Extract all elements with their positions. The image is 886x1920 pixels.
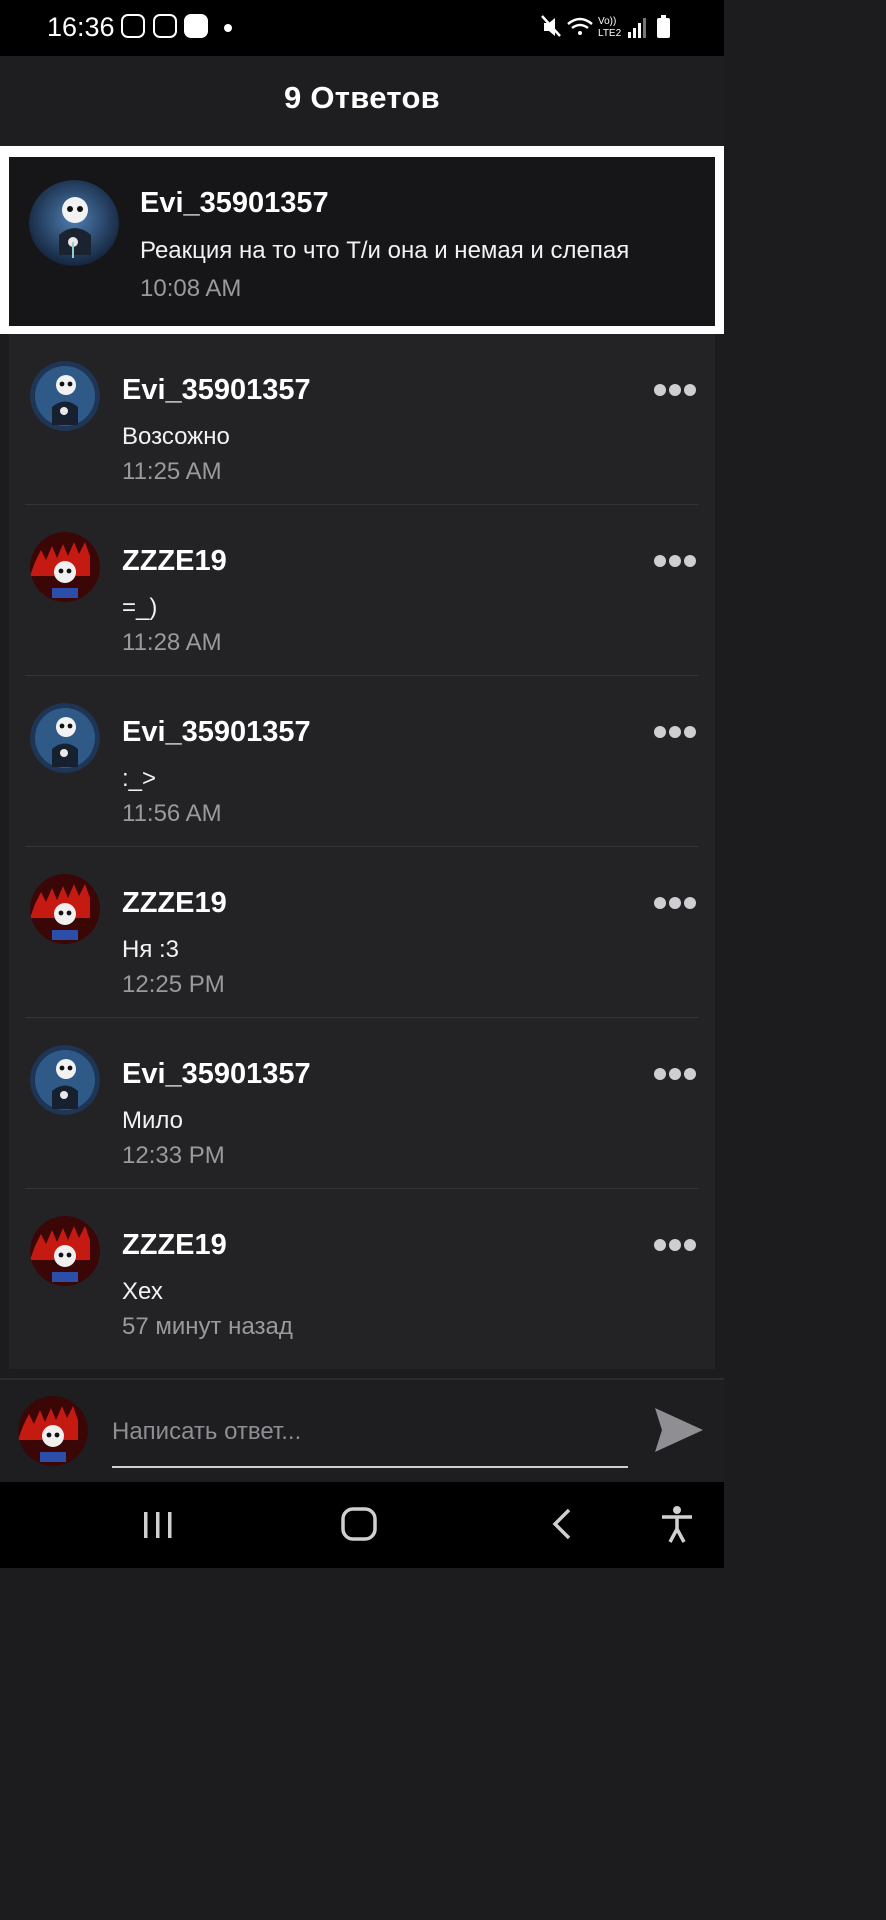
- replies-header: 9 Ответов: [0, 56, 724, 146]
- original-post-author[interactable]: Evi_35901357: [140, 187, 329, 220]
- reply-time: 11:56 AM: [122, 800, 222, 827]
- reply-composer: Написать ответ...: [0, 1378, 724, 1482]
- viber-icon: [153, 14, 177, 38]
- recent-apps-icon[interactable]: [138, 1504, 178, 1544]
- accessibility-icon[interactable]: [656, 1504, 698, 1544]
- home-icon[interactable]: [338, 1504, 380, 1544]
- reply-item: Evi_35901357 Возсожно 11:25 AM: [9, 334, 715, 505]
- reply-item: ZZZE19 Хех 57 минут назад: [9, 1189, 715, 1360]
- volte-label: Vo)): [598, 16, 616, 27]
- reply-time: 57 минут назад: [122, 1313, 293, 1340]
- reply-time: 12:25 PM: [122, 971, 225, 998]
- reply-author[interactable]: ZZZE19: [122, 887, 227, 920]
- viber-icon: [121, 14, 145, 38]
- reply-text: Хех: [122, 1278, 163, 1305]
- reply-item: ZZZE19 Ня :3 12:25 PM: [9, 847, 715, 1018]
- reply-author[interactable]: Evi_35901357: [122, 1058, 311, 1091]
- notification-dot-icon: [224, 24, 232, 32]
- reply-input-placeholder: Написать ответ...: [112, 1418, 302, 1445]
- more-options-icon[interactable]: [653, 1067, 697, 1081]
- more-options-icon[interactable]: [653, 896, 697, 910]
- wifi-icon: [567, 17, 593, 35]
- replies-list: Evi_35901357 Возсожно 11:25 AM ZZZE19 =_…: [9, 334, 715, 1369]
- red-skeleton-avatar[interactable]: [30, 874, 100, 944]
- reply-author[interactable]: ZZZE19: [122, 545, 227, 578]
- reply-item: Evi_35901357 :_> 11:56 AM: [9, 676, 715, 847]
- status-right-icons: Vo)) LTE2: [541, 15, 670, 39]
- reply-input[interactable]: Написать ответ...: [112, 1416, 628, 1468]
- battery-icon: [657, 15, 670, 38]
- page-title: 9 Ответов: [283, 80, 441, 115]
- more-options-icon[interactable]: [653, 383, 697, 397]
- reply-text: Ня :3: [122, 936, 180, 963]
- more-options-icon[interactable]: [653, 1238, 697, 1252]
- status-bar: 16:36 Vo)) LTE2: [0, 0, 724, 56]
- reply-time: 11:25 AM: [122, 458, 222, 485]
- reply-text: Мило: [122, 1107, 184, 1134]
- reply-item: ZZZE19 =_) 11:28 AM: [9, 505, 715, 676]
- mute-icon: [541, 15, 561, 37]
- tiktok-icon: [184, 14, 208, 38]
- more-options-icon[interactable]: [653, 554, 697, 568]
- original-post-text: Реакция на то что Т/и она и немая и слеп…: [140, 237, 630, 264]
- system-nav-bar: [0, 1482, 724, 1568]
- reply-author[interactable]: Evi_35901357: [122, 716, 311, 749]
- red-skeleton-avatar: [18, 1396, 88, 1466]
- reply-author[interactable]: ZZZE19: [122, 1229, 227, 1262]
- send-arrow-icon[interactable]: [652, 1404, 706, 1456]
- signal-icon: [628, 18, 646, 38]
- reply-text: Возсожно: [122, 423, 230, 450]
- skeleton-with-flower-avatar[interactable]: [30, 361, 100, 431]
- reply-item: Evi_35901357 Мило 12:33 PM: [9, 1018, 715, 1189]
- reply-time: 12:33 PM: [122, 1142, 225, 1169]
- back-icon[interactable]: [545, 1504, 579, 1544]
- status-time: 16:36: [47, 12, 115, 42]
- original-post[interactable]: Evi_35901357 Реакция на то что Т/и она и…: [9, 157, 715, 326]
- reply-text: =_): [122, 594, 158, 621]
- skeleton-with-flower-avatar[interactable]: [30, 703, 100, 773]
- original-post-time: 10:08 AM: [140, 275, 242, 302]
- reply-text: :_>: [122, 765, 157, 792]
- skeleton-with-flower-avatar[interactable]: [30, 1045, 100, 1115]
- more-options-icon[interactable]: [653, 725, 697, 739]
- skeleton-with-flower-avatar[interactable]: [29, 180, 119, 266]
- lte-label: LTE2: [598, 28, 622, 39]
- reply-time: 11:28 AM: [122, 629, 222, 656]
- red-skeleton-avatar[interactable]: [30, 1216, 100, 1286]
- reply-author[interactable]: Evi_35901357: [122, 374, 311, 407]
- red-skeleton-avatar[interactable]: [30, 532, 100, 602]
